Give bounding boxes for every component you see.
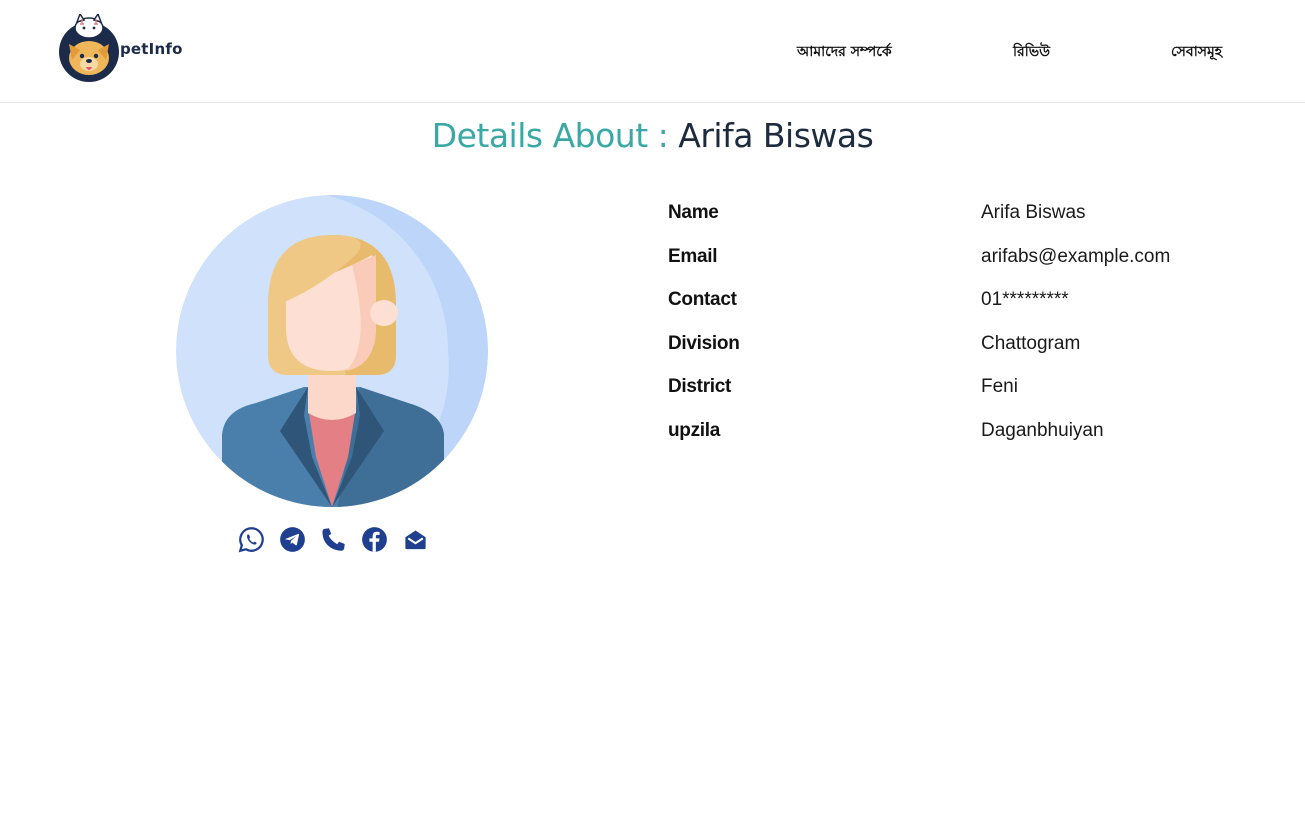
- phone-icon[interactable]: [320, 526, 347, 553]
- page-title-prefix: Details About :: [431, 116, 669, 155]
- pet-logo-icon: [59, 14, 119, 82]
- logo[interactable]: petInfo: [58, 14, 182, 84]
- page-title: Details About : Arifa Biswas: [0, 116, 1305, 155]
- email-icon[interactable]: [402, 526, 429, 553]
- detail-value: Arifa Biswas: [981, 202, 1086, 223]
- detail-value: Daganbhuiyan: [981, 419, 1104, 441]
- logo-text: petInfo: [120, 40, 183, 58]
- detail-value: 01*********: [981, 289, 1069, 311]
- detail-value: arifabs@example.com: [981, 245, 1171, 267]
- detail-label: Division: [668, 332, 740, 354]
- detail-label: Email: [668, 245, 718, 267]
- social-links: [238, 526, 429, 553]
- user-avatar-icon: [176, 195, 488, 507]
- detail-label: District: [668, 376, 732, 398]
- header: petInfo আমাদের সম্পর্কে রিভিউ সেবাসমূহ: [0, 0, 1305, 103]
- page-title-name: Arifa Biswas: [678, 116, 874, 155]
- telegram-icon[interactable]: [279, 526, 306, 553]
- detail-value: Feni: [981, 376, 1018, 398]
- nav-link-review[interactable]: রিভিউ: [1013, 40, 1050, 64]
- detail-label: Name: [668, 202, 719, 223]
- avatar: [176, 195, 488, 507]
- nav-link-services[interactable]: সেবাসমূহ: [1171, 40, 1222, 64]
- nav-link-about[interactable]: আমাদের সম্পর্কে: [797, 40, 892, 64]
- facebook-icon[interactable]: [361, 526, 388, 553]
- detail-label: upzila: [668, 419, 721, 441]
- detail-label: Contact: [668, 289, 737, 311]
- whatsapp-icon[interactable]: [238, 526, 265, 553]
- detail-value: Chattogram: [981, 332, 1081, 354]
